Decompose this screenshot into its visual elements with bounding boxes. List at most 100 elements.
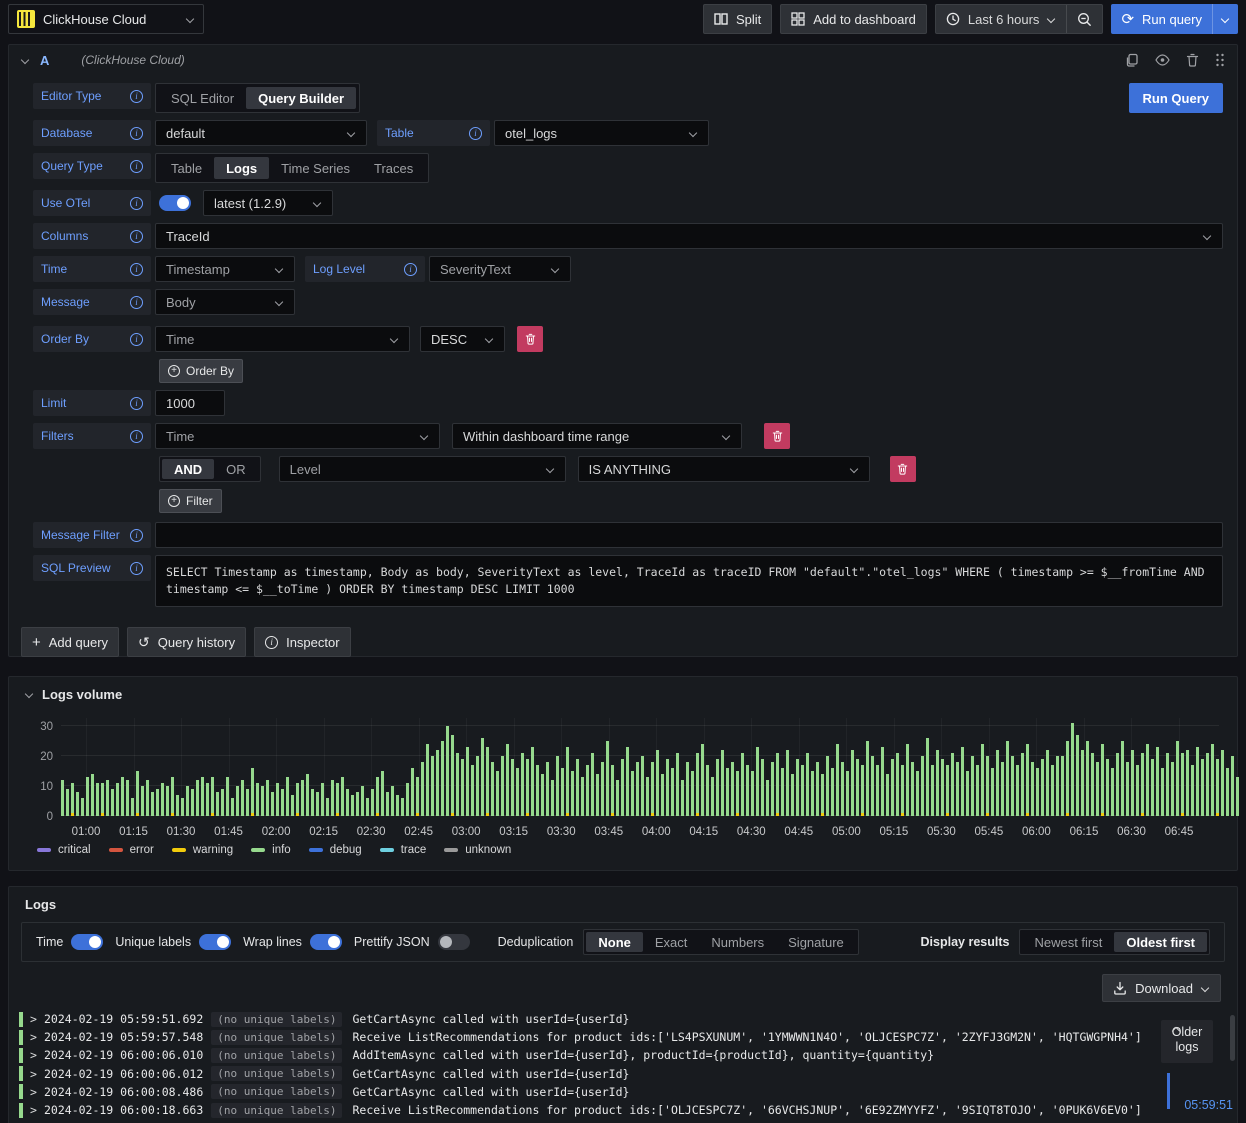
option-table[interactable]: Table [159,157,214,179]
option-traces[interactable]: Traces [362,157,425,179]
option-signature[interactable]: Signature [776,932,856,952]
zoom-out-button[interactable] [1066,5,1102,33]
info-icon[interactable]: i [130,561,143,575]
remove-order-by-button[interactable] [517,326,543,352]
time-column-select[interactable]: Timestamp [155,256,295,282]
otel-version-select[interactable]: latest (1.2.9) [203,190,333,216]
log-row[interactable]: >2024-02-19 06:00:06.012 (no unique label… [19,1065,1233,1083]
info-icon[interactable]: i [130,126,143,140]
legend-item-unknown[interactable]: unknown [444,844,511,856]
time-range-button[interactable]: Last 6 hours [936,5,1067,33]
table-select[interactable]: otel_logs [494,120,709,146]
filter2-operator-select[interactable]: IS ANYTHING [577,456,870,482]
info-icon[interactable]: i [130,295,143,309]
expand-row-icon[interactable]: > [30,1103,44,1117]
logs-volume-chart[interactable]: 0 10 20 30 01:00 01:15 01:30 01:45 02:00 02:15 02… [25,714,1239,838]
info-icon[interactable]: i [469,126,482,140]
add-order-by-button[interactable]: + Order By [159,359,244,383]
order-by-field-select[interactable]: Time [155,326,410,352]
scrollbar-thumb[interactable] [1230,1015,1235,1061]
limit-input[interactable] [155,390,225,416]
log-level-select[interactable]: SeverityText [429,256,571,282]
log-row[interactable]: >2024-02-19 05:59:57.548 (no unique label… [19,1028,1233,1046]
info-icon[interactable]: i [130,196,143,210]
expand-row-icon[interactable]: > [30,1085,44,1099]
inspector-button[interactable]: i Inspector [254,627,351,657]
remove-filter2-button[interactable] [889,456,916,482]
legend-item-warning[interactable]: warning [171,844,233,856]
info-icon[interactable]: i [130,89,143,103]
remove-filter-button[interactable] [764,423,790,449]
message-filter-input[interactable] [155,522,1223,548]
toggle-switch[interactable] [199,934,232,950]
option-numbers[interactable]: Numbers [699,932,776,952]
older-logs-button[interactable]: Older logs [1161,1020,1213,1063]
option-none[interactable]: None [586,932,643,952]
remove-query-trash-icon[interactable] [1186,53,1199,67]
expand-row-icon[interactable]: > [30,1030,44,1044]
query-ref-id[interactable]: A [40,53,49,68]
database-select[interactable]: default [155,120,367,146]
info-icon[interactable]: i [130,429,143,443]
log-row[interactable]: >2024-02-19 06:00:08.486 (no unique label… [19,1083,1233,1101]
duplicate-query-icon[interactable] [1125,53,1139,67]
editor-type-label: Editor Type i [33,83,151,109]
option-or[interactable]: OR [214,459,258,479]
log-row[interactable]: >2024-02-19 06:00:18.663 (no unique label… [19,1101,1233,1119]
expand-row-icon[interactable]: > [30,1012,44,1026]
option-exact[interactable]: Exact [643,932,700,952]
log-row[interactable]: >2024-02-19 05:59:51.692 (no unique label… [19,1010,1233,1028]
log-row[interactable]: >2024-02-19 06:00:06.010 (no unique label… [19,1046,1233,1064]
info-icon[interactable]: i [404,262,417,276]
filter2-field-select[interactable]: Level [278,456,566,482]
warning-segment [861,813,864,816]
toggle-switch[interactable] [437,934,470,950]
chart-plot-area[interactable] [61,718,1239,816]
use-otel-toggle[interactable] [159,195,191,211]
message-column-select[interactable]: Body [155,289,295,315]
info-icon[interactable]: i [130,528,143,542]
filter-operator-select[interactable]: Within dashboard time range [452,423,742,449]
bar [106,780,109,816]
add-filter-button[interactable]: + Filter [159,489,222,513]
option-logs[interactable]: Logs [214,157,270,179]
legend-item-error[interactable]: error [108,844,154,856]
legend-item-debug[interactable]: debug [308,844,362,856]
option-time-series[interactable]: Time Series [269,157,362,179]
hide-query-eye-icon[interactable] [1155,54,1170,66]
datasource-picker[interactable]: ClickHouse Cloud [8,4,204,34]
toggle-switch[interactable] [71,934,104,950]
split-button[interactable]: Split [702,4,773,34]
option-and[interactable]: AND [162,459,215,479]
legend-item-info[interactable]: info [251,844,291,856]
info-icon[interactable]: i [130,396,143,410]
filter-field-select[interactable]: Time [155,423,440,449]
run-query-dropdown[interactable] [1212,4,1238,34]
info-icon[interactable]: i [130,159,143,173]
order-by-direction-select[interactable]: DESC [420,326,505,352]
collapse-chevron-icon[interactable] [25,690,34,699]
columns-multiselect[interactable]: TraceId [155,223,1223,249]
legend-item-trace[interactable]: trace [379,844,426,856]
x-axis-tick: 06:30 [1117,826,1146,838]
option-newest-first[interactable]: Newest first [1022,932,1114,952]
legend-item-critical[interactable]: critical [37,844,91,856]
option-oldest-first[interactable]: Oldest first [1114,932,1207,952]
run-query-editor-button[interactable]: Run Query [1128,83,1223,113]
expand-row-icon[interactable]: > [30,1067,44,1081]
drag-handle-icon[interactable] [1215,53,1225,67]
info-icon[interactable]: i [130,332,143,346]
query-history-button[interactable]: ↺ Query history [127,627,247,657]
add-query-button[interactable]: + Add query [21,627,120,657]
collapse-chevron-icon[interactable] [21,56,30,65]
run-query-button[interactable]: ⟳ Run query [1111,12,1212,27]
option-query-builder[interactable]: Query Builder [246,87,357,109]
add-to-dashboard-button[interactable]: Add to dashboard [780,4,927,34]
expand-row-icon[interactable]: > [30,1048,44,1062]
download-button[interactable]: Download [1102,974,1221,1002]
info-icon[interactable]: i [130,229,143,243]
toggle-prettify-json: Prettify JSON [354,934,470,950]
info-icon[interactable]: i [130,262,143,276]
option-sql-editor[interactable]: SQL Editor [159,87,246,109]
toggle-switch[interactable] [309,934,342,950]
